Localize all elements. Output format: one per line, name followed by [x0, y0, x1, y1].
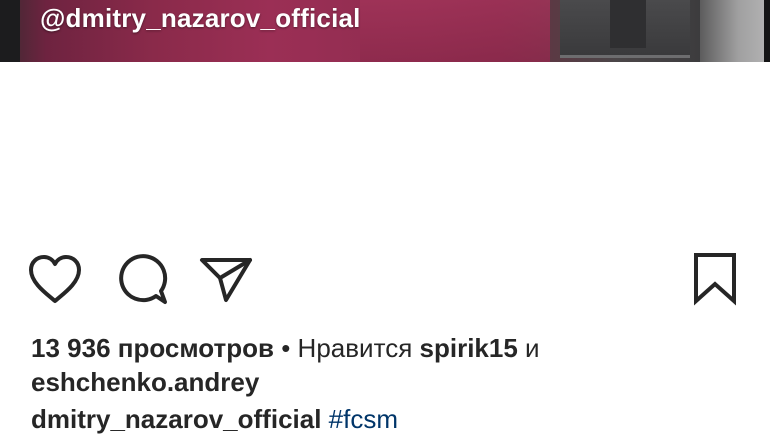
liked-by-conjunction: и [525, 333, 540, 363]
video-subject [360, 0, 550, 62]
liker-username-1[interactable]: spirik15 [420, 333, 518, 363]
separator-dot: • [281, 333, 291, 363]
post-caption: dmitry_nazarov_official #fcsm [31, 403, 398, 435]
video-dark-edge-right [764, 0, 770, 62]
bookmark-outline-icon[interactable] [685, 250, 745, 310]
heart-outline-icon[interactable] [25, 250, 85, 310]
video-overlay-handle: @dmitry_nazarov_official [40, 3, 361, 33]
liked-by-prefix: Нравится [297, 333, 413, 363]
views-and-likes: 13 936 просмотров • Нравится spirik15 и [31, 332, 540, 364]
paper-plane-icon[interactable] [196, 250, 256, 310]
views-count[interactable]: 13 936 просмотров [31, 333, 274, 363]
post-action-bar [0, 250, 770, 310]
video-background-light [700, 0, 764, 62]
liker-username-2[interactable]: eshchenko.andrey [31, 367, 259, 397]
speech-bubble-icon[interactable] [112, 250, 172, 310]
video-preview[interactable]: @dmitry_nazarov_official [0, 0, 770, 62]
video-dark-edge [0, 0, 20, 62]
video-background-detail [610, 0, 646, 48]
caption-hashtag[interactable]: #fcsm [329, 404, 398, 434]
caption-username[interactable]: dmitry_nazarov_official [31, 404, 321, 434]
likers-continued: eshchenko.andrey [31, 366, 259, 398]
